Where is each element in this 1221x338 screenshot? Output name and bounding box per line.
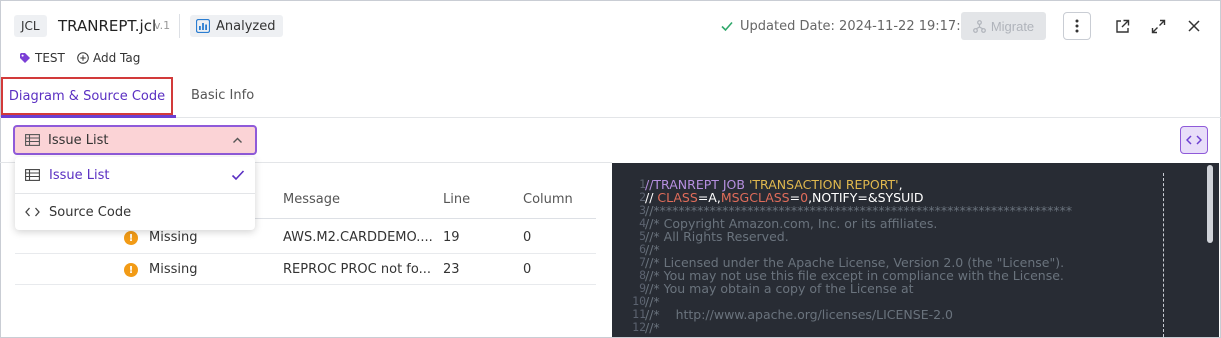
status-label: Analyzed (216, 18, 276, 34)
migrate-button[interactable]: Migrate (961, 12, 1046, 40)
file-title: TRANREPT.jcl (58, 17, 157, 35)
tab-diagram-source-label: Diagram & Source Code (8, 88, 166, 104)
more-vertical-icon (1075, 19, 1079, 33)
column-header-message[interactable]: Message (283, 191, 340, 209)
add-tag-label: Add Tag (93, 51, 141, 65)
view-select-dropdown[interactable]: Issue List (13, 125, 257, 155)
column-header-column[interactable]: Column (523, 191, 573, 209)
print-margin-guide (1163, 173, 1164, 337)
issue-status: Missing (149, 262, 198, 277)
chevron-up-icon (233, 137, 242, 143)
list-table-icon (25, 134, 40, 146)
source-code-editor[interactable]: 1 2 3 4 5 6 7 8 9 10 11 12//TRANREPT JOB 'TRANSACTI… (612, 163, 1219, 337)
code-icon (25, 207, 40, 217)
updated-date: Updated Date: 2024-11-22 19:17:09 (720, 15, 977, 37)
tabs-divider (0, 117, 1221, 118)
issue-column: 0 (523, 262, 532, 277)
tag-icon (20, 53, 30, 63)
more-options-button[interactable] (1063, 12, 1091, 40)
code-line: //* (645, 320, 660, 335)
close-icon (1188, 20, 1200, 32)
plus-circle-icon (77, 52, 89, 64)
updated-date-text: Updated Date: 2024-11-22 19:17:09 (740, 18, 978, 34)
version-label: v.1 (154, 19, 171, 32)
issue-column: 0 (523, 230, 532, 245)
open-external-button[interactable] (1110, 14, 1134, 38)
view-select-value: Issue List (48, 132, 109, 148)
table-row-divider (15, 253, 596, 254)
tab-diagram-source[interactable]: Diagram & Source Code (1, 77, 173, 115)
view-select-menu: Issue List Source Code (15, 157, 255, 230)
warning-icon: ! (124, 231, 138, 245)
issue-line: 23 (443, 262, 460, 277)
tag-chip[interactable]: TEST (20, 49, 65, 67)
code-line: //* All Rights Reserved. (645, 229, 789, 244)
analysis-status-badge: Analyzed (190, 15, 284, 37)
external-link-icon (1115, 19, 1129, 33)
editor-scrollbar[interactable] (1207, 165, 1213, 243)
issue-line: 19 (443, 230, 460, 245)
tab-basic-info[interactable]: Basic Info (191, 87, 254, 105)
code-icon (1186, 135, 1202, 145)
list-table-icon (25, 169, 40, 181)
expand-icon (1151, 19, 1165, 33)
check-icon (721, 21, 733, 32)
code-line: //* You may obtain a copy of the License… (645, 281, 914, 296)
menu-item-source-code[interactable]: Source Code (15, 194, 255, 230)
code-view-toggle[interactable] (1180, 126, 1208, 154)
close-button[interactable] (1182, 14, 1206, 38)
tag-label: TEST (35, 51, 65, 65)
menu-item-issue-list[interactable]: Issue List (15, 157, 255, 193)
file-type-badge: JCL (14, 15, 47, 37)
menu-item-label: Source Code (49, 204, 132, 220)
issue-status: Missing (149, 230, 198, 245)
issue-message[interactable]: AWS.M2.CARDDEMO.... (283, 229, 433, 247)
issue-message[interactable]: REPROC PROC not fo... (283, 261, 431, 279)
migrate-label: Migrate (990, 18, 1035, 34)
column-header-line[interactable]: Line (443, 191, 470, 209)
header-divider (179, 14, 180, 38)
active-tab-indicator (1, 115, 176, 118)
tab-basic-info-label: Basic Info (191, 88, 255, 103)
warning-icon: ! (124, 263, 138, 277)
code-line: //* http://www.apache.org/licenses/LICEN… (645, 307, 953, 322)
add-tag-button[interactable]: Add Tag (77, 49, 140, 67)
line-number: 12 (632, 320, 646, 334)
chart-icon (196, 19, 210, 33)
table-row-divider (15, 284, 596, 285)
expand-button[interactable] (1146, 14, 1170, 38)
check-icon (231, 170, 245, 181)
menu-item-label: Issue List (49, 167, 110, 183)
migrate-icon (972, 19, 986, 33)
